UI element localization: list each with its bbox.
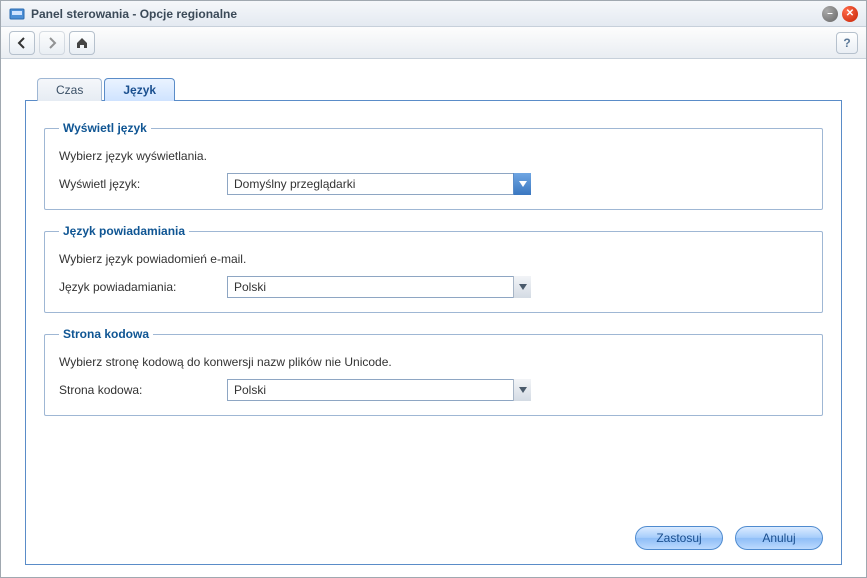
display-language-select[interactable]: Domyślny przeglądarki [227,173,531,195]
select-value: Polski [227,276,531,298]
codepage-label: Strona kodowa: [59,383,219,397]
titlebar: Panel sterowania - Opcje regionalne – ✕ [1,1,866,27]
group-legend: Język powiadamiania [59,224,189,238]
window-controls: – ✕ [822,6,858,22]
help-icon: ? [843,36,850,50]
tab-language[interactable]: Język [104,78,175,101]
group-description: Wybierz stronę kodową do konwersji nazw … [59,355,808,369]
select-value: Domyślny przeglądarki [227,173,531,195]
notification-language-label: Język powiadamiania: [59,280,219,294]
tab-label: Czas [56,83,83,97]
arrow-right-icon [46,37,58,49]
forward-button[interactable] [39,31,65,55]
back-button[interactable] [9,31,35,55]
codepage-select[interactable]: Polski [227,379,531,401]
minimize-button[interactable]: – [822,6,838,22]
display-language-label: Wyświetl język: [59,177,219,191]
close-button[interactable]: ✕ [842,6,858,22]
window: Panel sterowania - Opcje regionalne – ✕ … [0,0,867,578]
group-description: Wybierz język wyświetlania. [59,149,808,163]
tab-label: Język [123,83,156,97]
field-row: Strona kodowa: Polski [59,379,808,401]
notification-language-select[interactable]: Polski [227,276,531,298]
apply-button[interactable]: Zastosuj [635,526,723,550]
field-row: Wyświetl język: Domyślny przeglądarki [59,173,808,195]
group-display-language: Wyświetl język Wybierz język wyświetlani… [44,121,823,210]
field-row: Język powiadamiania: Polski [59,276,808,298]
group-legend: Wyświetl język [59,121,151,135]
tab-panel: Wyświetl język Wybierz język wyświetlani… [25,100,842,565]
tabbar: Czas Język [37,77,842,100]
group-notification-language: Język powiadamiania Wybierz język powiad… [44,224,823,313]
group-legend: Strona kodowa [59,327,153,341]
button-row: Zastosuj Anuluj [44,518,823,550]
app-icon [9,6,25,22]
toolbar: ? [1,27,866,59]
home-button[interactable] [69,31,95,55]
group-description: Wybierz język powiadomień e-mail. [59,252,808,266]
select-value: Polski [227,379,531,401]
cancel-button[interactable]: Anuluj [735,526,823,550]
content: Czas Język Wyświetl język Wybierz język … [1,59,866,577]
help-button[interactable]: ? [836,32,858,54]
arrow-left-icon [16,37,28,49]
window-title: Panel sterowania - Opcje regionalne [31,7,822,21]
group-codepage: Strona kodowa Wybierz stronę kodową do k… [44,327,823,416]
tab-time[interactable]: Czas [37,78,102,101]
home-icon [75,36,89,50]
